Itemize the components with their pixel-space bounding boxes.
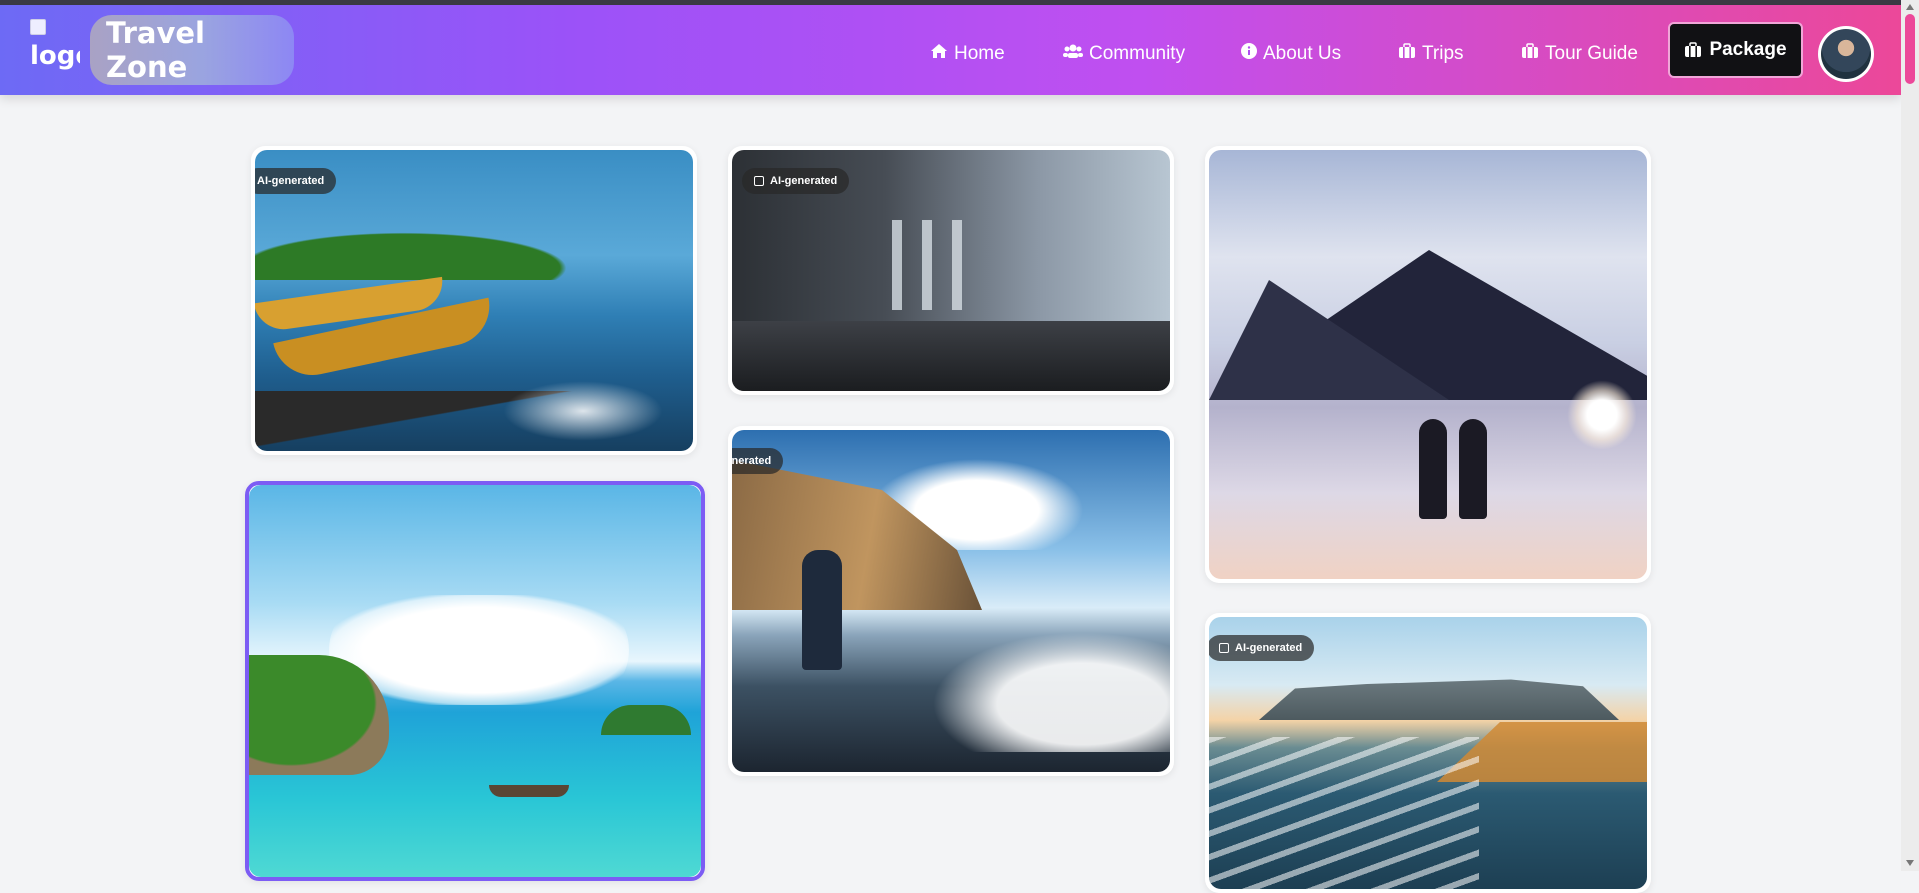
gallery-card-black-sand-shore[interactable]: AI-generated (1205, 613, 1651, 893)
ai-generated-badge: AI-generated (742, 168, 850, 194)
gallery-image (249, 485, 701, 877)
nav-about-us-label: About Us (1263, 43, 1342, 64)
image-icon (1219, 643, 1229, 653)
scroll-down-icon[interactable] (1906, 860, 1914, 866)
home-icon (930, 43, 948, 65)
suitcase-icon (1521, 43, 1539, 65)
gallery-image: AI-generated (1209, 617, 1647, 889)
suitcase-icon (1684, 42, 1702, 58)
nav-home-label: Home (954, 43, 1005, 64)
ai-generated-badge: AI-generated (732, 448, 784, 474)
gallery-card-boats[interactable]: AI-generated (251, 146, 697, 455)
nav-trips-label: Trips (1422, 43, 1464, 64)
avatar-photo (1821, 29, 1871, 79)
nav-community-label: Community (1089, 43, 1186, 64)
logo-alt-text: logo (30, 41, 80, 71)
brand-title[interactable]: Travel Zone (90, 15, 294, 85)
nav-home[interactable]: Home (930, 39, 1005, 69)
logo-image[interactable]: logo (30, 15, 80, 71)
gallery-image (1209, 150, 1647, 579)
gallery-image: AI-generated (732, 150, 1170, 391)
package-button[interactable]: Package (1668, 22, 1803, 78)
gallery-image: AI-generated (732, 430, 1170, 772)
broken-image-icon (30, 19, 46, 35)
ai-generated-badge: AI-generated (255, 168, 337, 194)
gallery-card-cliff-hiker[interactable]: AI-generated (728, 426, 1174, 776)
user-avatar[interactable] (1818, 26, 1874, 82)
nav-about-us[interactable]: About Us (1241, 39, 1341, 69)
suitcase-icon (1398, 43, 1416, 65)
nav-community[interactable]: Community (1063, 39, 1185, 69)
gallery-card-couple-beach[interactable] (1205, 146, 1651, 583)
gallery-image: AI-generated (255, 150, 693, 451)
info-icon (1241, 43, 1257, 65)
ai-generated-badge: AI-generated (1209, 635, 1315, 661)
nav-tour-guide[interactable]: Tour Guide (1521, 39, 1638, 69)
nav-tour-guide-label: Tour Guide (1545, 43, 1638, 64)
users-icon (1063, 43, 1083, 65)
page-scrollbar[interactable] (1901, 0, 1919, 871)
gallery-card-lagoon[interactable] (245, 481, 705, 881)
image-icon (754, 176, 764, 186)
nav-trips[interactable]: Trips (1398, 39, 1464, 69)
gallery-card-cave[interactable]: AI-generated (728, 146, 1174, 395)
package-button-label: Package (1709, 39, 1787, 60)
scroll-up-icon[interactable] (1906, 4, 1914, 10)
scrollbar-thumb[interactable] (1905, 14, 1915, 84)
top-navbar: logo Travel Zone Home Community About Us… (0, 5, 1901, 95)
